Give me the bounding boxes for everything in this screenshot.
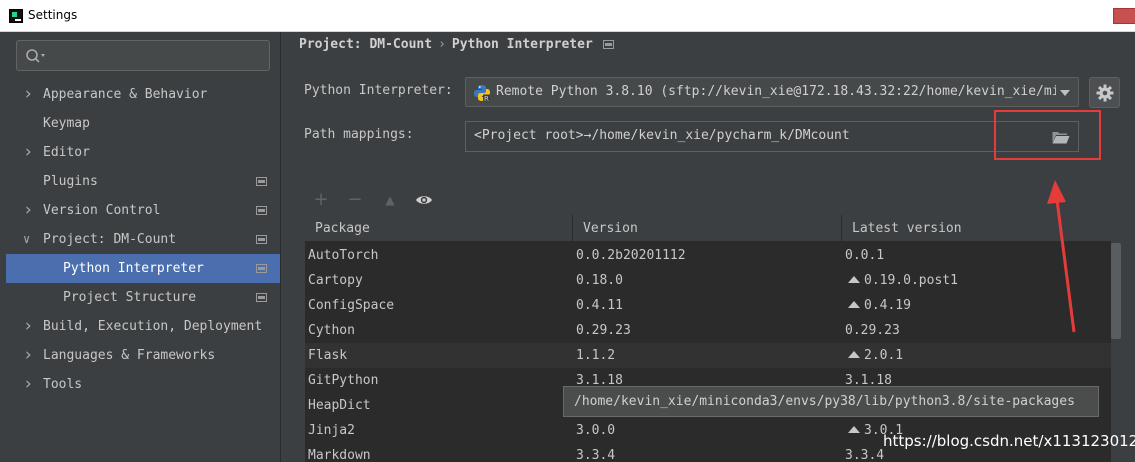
- annotation-arrow: [1047, 180, 1076, 333]
- watermark-text: https://blog.csdn.net/x1131230123: [883, 432, 1135, 450]
